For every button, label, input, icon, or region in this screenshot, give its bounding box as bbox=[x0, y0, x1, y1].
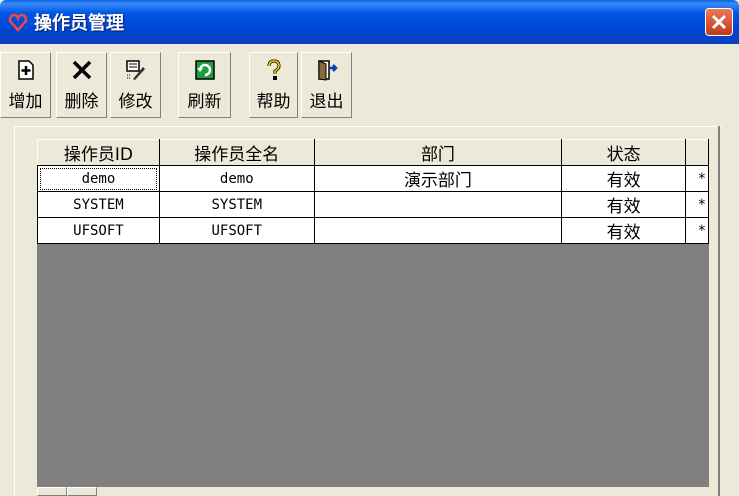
exit-button-label: 退出 bbox=[309, 92, 344, 112]
cell-operator-fullname[interactable]: SYSTEM bbox=[158, 191, 315, 218]
table-header-row: 操作员ID 操作员全名 部门 状态 bbox=[37, 139, 709, 166]
operator-grid[interactable]: 操作员ID 操作员全名 部门 状态 demo demo 演示部门 有效 * SY… bbox=[37, 139, 709, 496]
operator-table: 操作员ID 操作员全名 部门 状态 demo demo 演示部门 有效 * SY… bbox=[37, 139, 709, 244]
refresh-icon bbox=[194, 60, 215, 80]
cell-department[interactable] bbox=[313, 191, 563, 218]
delete-button-label: 删除 bbox=[64, 92, 99, 112]
add-button[interactable]: 增加 bbox=[0, 52, 51, 118]
add-icon bbox=[17, 60, 34, 80]
frame-edge bbox=[718, 126, 720, 496]
cell-extra[interactable]: * bbox=[684, 191, 709, 218]
col-header-status[interactable]: 状态 bbox=[561, 139, 686, 166]
cell-operator-id[interactable]: UFSOFT bbox=[37, 217, 160, 244]
cell-operator-id[interactable]: SYSTEM bbox=[37, 191, 160, 218]
cell-extra[interactable]: * bbox=[684, 165, 709, 192]
cell-department[interactable]: 演示部门 bbox=[313, 165, 563, 192]
cell-extra[interactable]: * bbox=[684, 217, 709, 244]
horizontal-scrollbar[interactable] bbox=[37, 487, 709, 496]
cell-status[interactable]: 有效 bbox=[561, 191, 686, 218]
edit-icon bbox=[125, 60, 145, 80]
cell-operator-id[interactable]: demo bbox=[37, 165, 160, 192]
exit-button[interactable]: 退出 bbox=[301, 52, 352, 118]
col-header-operator-id[interactable]: 操作员ID bbox=[37, 139, 160, 166]
refresh-button[interactable]: 刷新 bbox=[178, 52, 231, 118]
help-button-label: 帮助 bbox=[256, 92, 291, 112]
help-icon bbox=[267, 59, 281, 80]
cell-status[interactable]: 有效 bbox=[561, 217, 686, 244]
title-bar: 操作员管理 bbox=[0, 0, 739, 44]
app-logo-icon bbox=[8, 13, 28, 32]
delete-icon bbox=[72, 60, 91, 80]
cell-department[interactable] bbox=[313, 217, 563, 244]
col-header-department[interactable]: 部门 bbox=[313, 139, 563, 166]
cell-status[interactable]: 有效 bbox=[561, 165, 686, 192]
edit-button-label: 修改 bbox=[118, 92, 153, 112]
add-button-label: 增加 bbox=[8, 92, 43, 112]
help-button[interactable]: 帮助 bbox=[249, 52, 298, 118]
exit-icon bbox=[317, 60, 338, 81]
scroll-right-button[interactable] bbox=[67, 487, 97, 496]
cell-operator-fullname[interactable]: UFSOFT bbox=[158, 217, 315, 244]
edit-button[interactable]: 修改 bbox=[110, 52, 161, 118]
col-header-operator-fullname[interactable]: 操作员全名 bbox=[158, 139, 315, 166]
window-title: 操作员管理 bbox=[34, 13, 124, 34]
cell-operator-fullname[interactable]: demo bbox=[158, 165, 315, 192]
table-row[interactable]: UFSOFT UFSOFT 有效 * bbox=[37, 217, 709, 244]
col-header-extra[interactable] bbox=[684, 139, 709, 166]
refresh-button-label: 刷新 bbox=[187, 92, 222, 112]
table-row[interactable]: SYSTEM SYSTEM 有效 * bbox=[37, 191, 709, 218]
delete-button[interactable]: 删除 bbox=[56, 52, 107, 118]
scroll-left-button[interactable] bbox=[37, 487, 67, 496]
table-row[interactable]: demo demo 演示部门 有效 * bbox=[37, 165, 709, 192]
close-icon bbox=[711, 14, 727, 30]
close-button[interactable] bbox=[705, 8, 733, 36]
